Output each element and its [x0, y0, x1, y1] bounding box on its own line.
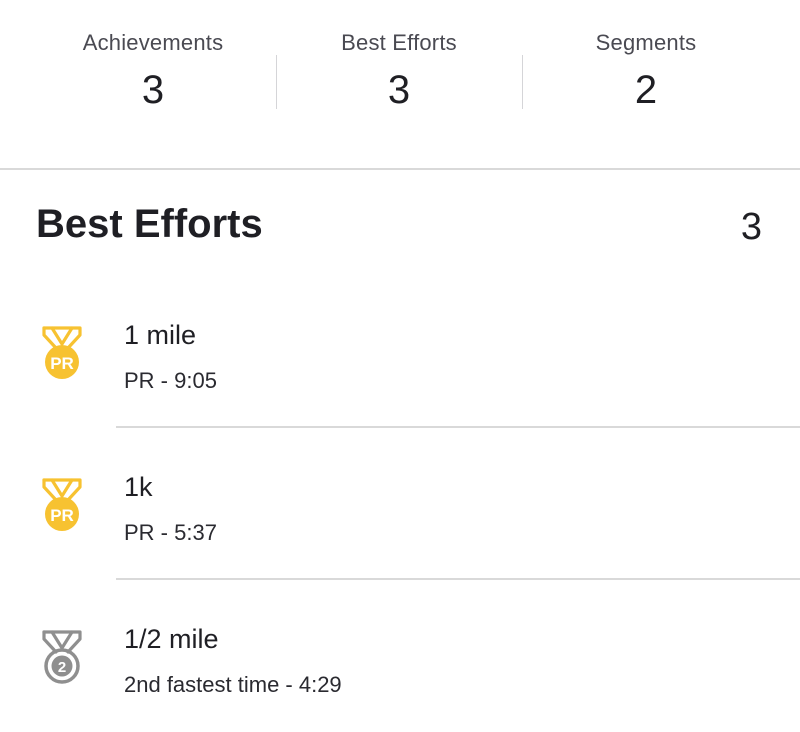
section-count: 3: [740, 206, 762, 248]
stat-label: Achievements: [82, 30, 224, 55]
second-place-medal-silver-icon: 2: [42, 630, 82, 684]
section-title: Best Efforts: [36, 202, 263, 246]
stat-best-efforts[interactable]: Best Efforts 3: [276, 0, 522, 170]
pr-medal-gold-icon: PR: [42, 478, 82, 531]
best-efforts-list: PR 1 mile PR - 9:05 PR 1k PR - 5:37 2 1/…: [0, 276, 800, 728]
stat-value: 3: [387, 68, 411, 112]
effort-detail: PR - 9:05: [124, 368, 217, 393]
best-effort-item[interactable]: PR 1 mile PR - 9:05: [0, 276, 800, 428]
effort-detail: 2nd fastest time - 4:29: [124, 672, 342, 697]
effort-detail: PR - 5:37: [124, 520, 217, 545]
medal-text: PR: [50, 506, 74, 525]
stat-label: Best Efforts: [341, 30, 457, 55]
effort-name: 1 mile: [124, 320, 197, 350]
effort-name: 1/2 mile: [124, 624, 219, 654]
stat-segments[interactable]: Segments 2: [522, 0, 770, 170]
stat-label: Segments: [595, 30, 697, 55]
best-effort-item[interactable]: PR 1k PR - 5:37: [0, 428, 800, 580]
effort-name: 1k: [124, 472, 153, 502]
stats-summary: Achievements 3 Best Efforts 3 Segments 2: [0, 0, 800, 170]
stat-value: 2: [634, 68, 658, 112]
medal-text: 2: [58, 659, 66, 676]
best-effort-item[interactable]: 2 1/2 mile 2nd fastest time - 4:29: [0, 580, 800, 732]
medal-text: PR: [50, 354, 74, 373]
stat-achievements[interactable]: Achievements 3: [30, 0, 276, 170]
pr-medal-gold-icon: PR: [42, 326, 82, 379]
stat-value: 3: [141, 68, 165, 112]
best-efforts-header: Best Efforts 3: [0, 170, 800, 276]
